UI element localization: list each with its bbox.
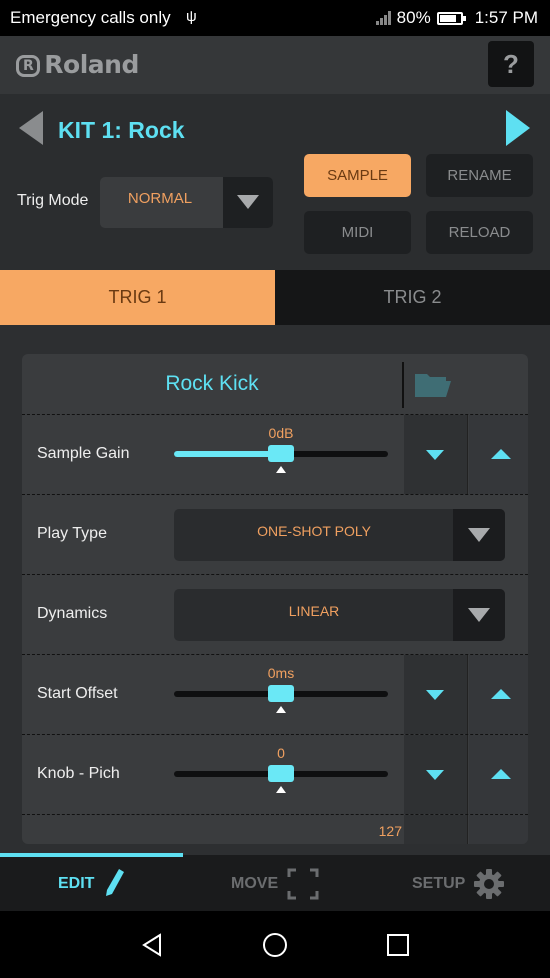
partial-row: 127 [22,814,528,844]
active-tab-indicator [0,853,183,857]
signal-icon [375,11,391,25]
dynamics-select[interactable]: LINEAR [174,589,505,641]
app-header: R Roland [0,36,550,94]
sample-gain-thumb[interactable] [268,445,294,462]
gear-icon [474,869,504,899]
reload-button[interactable]: RELOAD [426,211,533,254]
tab-edit[interactable]: EDIT [58,875,94,893]
center-mark-icon [276,706,286,713]
arrow-up-icon [491,449,511,459]
trig-mode-value: NORMAL [127,190,193,207]
partial-row-value: 127 [378,823,402,839]
midi-button[interactable]: MIDI [304,211,411,254]
trig-mode-select[interactable]: NORMAL [100,177,273,228]
sample-gain-decrement-button[interactable] [404,415,468,494]
pencil-icon [106,869,124,896]
tab-trig1[interactable]: TRIG 1 [0,270,275,325]
tab-trig2[interactable]: TRIG 2 [275,270,550,325]
expand-arrows-icon [287,868,319,900]
start-offset-label: Start Offset [37,685,118,702]
dynamics-dropdown-arrow[interactable] [453,589,505,641]
recents-icon[interactable] [386,933,410,957]
kit-title: KIT 1: Rock [58,117,185,143]
partial-decrement-button[interactable] [404,815,468,844]
center-mark-icon [276,786,286,793]
dynamics-label: Dynamics [37,605,108,622]
play-type-dropdown-arrow[interactable] [453,509,505,561]
home-icon[interactable] [262,932,288,958]
sample-button[interactable]: SAMPLE [304,154,411,197]
dynamics-value: LINEAR [288,603,340,619]
center-mark-icon [276,466,286,473]
start-offset-value: 0ms [267,665,295,681]
knob-pitch-row: Knob - Pich 0 [22,734,528,814]
arrow-down-icon [426,450,444,460]
tab-move[interactable]: MOVE [231,875,278,893]
next-kit-icon[interactable] [506,110,530,146]
carrier-text: Emergency calls only [10,8,171,27]
partial-increment-button[interactable] [469,815,528,844]
back-icon[interactable] [141,933,165,957]
previous-kit-icon[interactable] [19,111,43,145]
rename-button[interactable]: RENAME [426,154,533,197]
battery-icon [436,11,466,25]
knob-pitch-thumb[interactable] [268,765,294,782]
start-offset-row: Start Offset 0ms [22,654,528,734]
arrow-down-icon [426,770,444,780]
chevron-down-icon [468,528,490,542]
play-type-select[interactable]: ONE-SHOT POLY [174,509,505,561]
divider [402,362,404,408]
start-offset-thumb[interactable] [268,685,294,702]
battery-percent: 80% [396,8,431,27]
start-offset-increment-button[interactable] [469,655,528,734]
trig-mode-label: Trig Mode [17,192,89,209]
roland-logo: R Roland [16,50,139,79]
sample-gain-label: Sample Gain [37,445,130,462]
knob-pitch-value: 0 [277,745,285,761]
chevron-down-icon [468,608,490,622]
trig-mode-dropdown-arrow[interactable] [223,177,273,228]
status-bar: Emergency calls only ψ 80% 1:57 PM [0,0,550,36]
start-offset-decrement-button[interactable] [404,655,468,734]
sample-gain-increment-button[interactable] [469,415,528,494]
system-nav-bar [0,911,550,978]
clock: 1:57 PM [474,8,538,27]
tab-setup[interactable]: SETUP [412,875,465,893]
knob-pitch-label: Knob - Pich [37,765,120,782]
help-button[interactable]: ? [488,41,534,87]
dynamics-row: Dynamics LINEAR [22,574,528,654]
sample-gain-value: 0dB [268,425,294,441]
arrow-up-icon [491,769,511,779]
play-type-label: Play Type [37,525,107,542]
knob-pitch-increment-button[interactable] [469,735,528,814]
usb-icon: ψ [186,8,197,25]
arrow-down-icon [426,690,444,700]
sample-gain-row: Sample Gain 0dB [22,414,528,494]
arrow-up-icon [491,689,511,699]
sample-name[interactable]: Rock Kick [22,354,402,414]
play-type-row: Play Type ONE-SHOT POLY [22,494,528,574]
folder-icon[interactable] [414,372,452,398]
play-type-value: ONE-SHOT POLY [257,523,371,539]
chevron-down-icon [237,195,259,209]
trig-panel: Rock Kick Sample Gain 0dB Play Type ONE-… [22,354,528,844]
knob-pitch-decrement-button[interactable] [404,735,468,814]
